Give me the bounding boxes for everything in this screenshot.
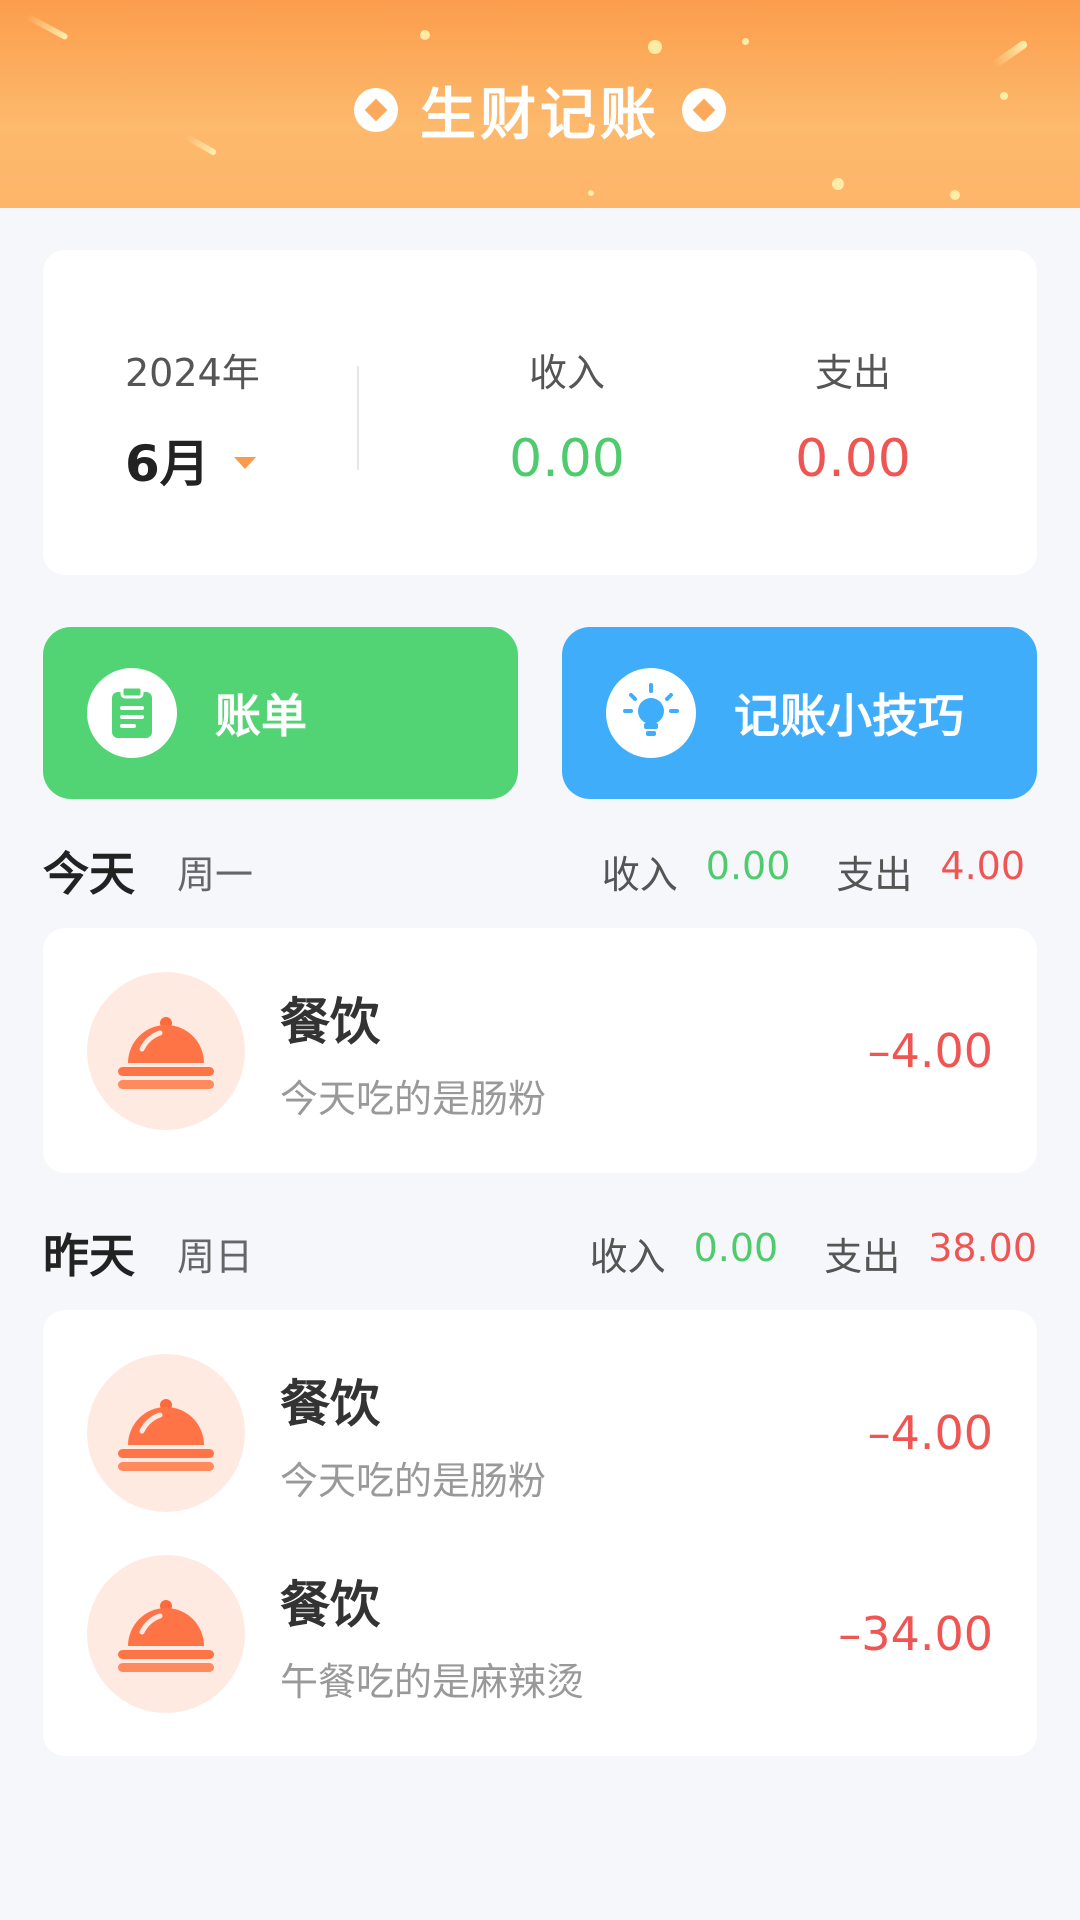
decorative-streak <box>991 39 1029 69</box>
expense-label: 支出 <box>824 1235 901 1279</box>
record-amount: –4.00 <box>867 1406 993 1460</box>
tips-button[interactable]: 记账小技巧 <box>562 627 1037 799</box>
income-value: 0.00 <box>693 1226 779 1270</box>
record-note: 午餐吃的是麻辣烫 <box>280 1660 585 1704</box>
income-value: 0.00 <box>705 844 791 888</box>
diamond-icon <box>354 88 398 132</box>
monthly-summary-card: 2024年 6月 收入 0.00 支出 0.00 <box>43 250 1037 575</box>
decorative-spark <box>420 30 430 40</box>
income-label: 收入 <box>589 1235 666 1279</box>
decorative-spark <box>648 40 662 54</box>
title-bar: 生财记账 <box>0 72 1080 148</box>
day-summary: 收入 0.00 支出 4.00 <box>602 844 1037 899</box>
record-note: 今天吃的是肠粉 <box>280 1459 547 1503</box>
diamond-icon <box>682 88 726 132</box>
food-cloche-icon <box>87 1354 245 1512</box>
record-row[interactable]: 餐饮 今天吃的是肠粉 –4.00 <box>43 1354 1037 1514</box>
weekday-label: 周一 <box>177 853 254 897</box>
food-cloche-icon <box>87 1555 245 1713</box>
day-header-today: 今天 周一 收入 0.00 支出 4.00 <box>43 838 1037 901</box>
monthly-expense: 支出 0.00 <box>743 342 963 489</box>
bill-button[interactable]: 账单 <box>43 627 518 799</box>
record-category: 餐饮 <box>280 993 380 1051</box>
decorative-spark <box>588 190 594 196</box>
record-row[interactable]: 餐饮 今天吃的是肠粉 –4.00 <box>43 972 1037 1132</box>
expense-value: 0.00 <box>795 429 911 489</box>
clipboard-icon <box>87 668 177 758</box>
record-category: 餐饮 <box>280 1375 380 1433</box>
record-category: 餐饮 <box>280 1576 380 1634</box>
month-label: 6月 <box>125 435 210 493</box>
year-label: 2024年 <box>125 351 260 395</box>
divider <box>357 366 359 470</box>
decorative-spark <box>742 38 749 45</box>
app-header: 生财记账 <box>0 0 1080 208</box>
record-card-yesterday: 餐饮 今天吃的是肠粉 –4.00 餐饮 午餐吃的是麻辣烫 –34.00 <box>43 1310 1037 1756</box>
lightbulb-icon <box>606 668 696 758</box>
day-summary: 收入 0.00 支出 38.00 <box>590 1226 1037 1281</box>
record-amount: –4.00 <box>867 1024 993 1078</box>
weekday-label: 周日 <box>177 1235 254 1279</box>
day-header-yesterday: 昨天 周日 收入 0.00 支出 38.00 <box>43 1220 1037 1283</box>
income-value: 0.00 <box>509 429 625 489</box>
income-label: 收入 <box>528 351 605 395</box>
decorative-spark <box>832 178 844 190</box>
page-title: 生财记账 <box>420 82 660 148</box>
caret-down-icon <box>233 457 256 469</box>
monthly-income: 收入 0.00 <box>457 342 677 489</box>
expense-value: 4.00 <box>940 844 1025 888</box>
income-label: 收入 <box>601 853 678 897</box>
day-label: 昨天 <box>43 1229 135 1283</box>
expense-value: 38.00 <box>928 1226 1037 1270</box>
day-label: 今天 <box>43 847 135 901</box>
record-note: 今天吃的是肠粉 <box>280 1077 547 1121</box>
bill-button-label: 账单 <box>215 689 307 743</box>
month-selector[interactable]: 6月 <box>125 424 256 496</box>
food-cloche-icon <box>87 972 245 1130</box>
expense-label: 支出 <box>814 351 891 395</box>
expense-label: 支出 <box>836 853 913 897</box>
record-row[interactable]: 餐饮 午餐吃的是麻辣烫 –34.00 <box>43 1555 1037 1715</box>
tips-button-label: 记账小技巧 <box>734 689 964 743</box>
decorative-streak <box>25 13 69 41</box>
record-card-today: 餐饮 今天吃的是肠粉 –4.00 <box>43 928 1037 1173</box>
record-amount: –34.00 <box>838 1607 993 1661</box>
decorative-spark <box>950 190 960 200</box>
